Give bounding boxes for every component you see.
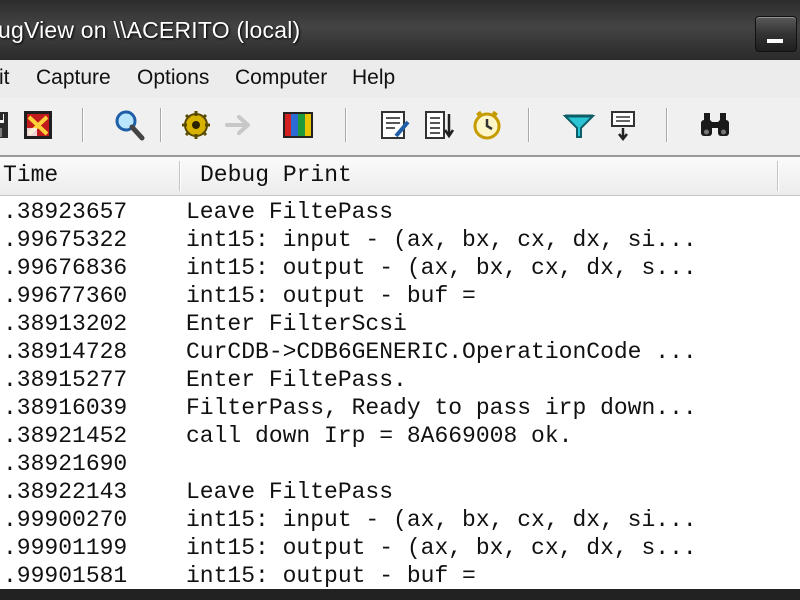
capture-win32-icon [283,112,313,138]
toolbar-separator [666,108,668,142]
filter-funnel-icon [562,114,596,138]
table-row[interactable]: .99676836 int15: output - (ax, bx, cx, d… [0,253,800,281]
table-row[interactable]: .38915277 Enter FiltePass. [0,365,800,393]
title-bar: ugView on \\ACERITO (local) [0,0,800,60]
window-title: ugView on \\ACERITO (local) [0,17,301,43]
list-header: Time Debug Print [0,157,800,196]
table-row[interactable]: .99901199 int15: output - (ax, bx, cx, d… [0,533,800,561]
time-cell: .38914728 [3,339,128,365]
window-bottom-edge [0,589,800,600]
time-cell: .99901581 [3,563,128,589]
clear-display-icon [24,111,52,139]
menu-edit[interactable]: it [0,66,10,90]
debug-print-cell: Enter FilterScsi [186,311,407,337]
debug-print-cell: CurCDB->CDB6GENERIC.OperationCode ... [186,339,697,365]
table-row[interactable]: .99901581 int15: output - buf = [0,561,800,589]
toolbar [0,98,800,157]
column-header-time[interactable]: Time [3,162,58,188]
menu-computer[interactable]: Computer [235,66,327,90]
table-row[interactable]: .38921452 call down Irp = 8A669008 ok. [0,421,800,449]
toolbar-separator [160,108,162,142]
toolbar-separator [345,108,347,142]
minimize-icon [767,39,783,43]
save-button[interactable] [0,108,12,142]
debug-print-cell: int15: output - (ax, bx, cx, dx, s... [186,535,697,561]
find-icon [115,110,145,141]
table-row[interactable]: .99677360 int15: output - buf = [0,281,800,309]
menu-options[interactable]: Options [137,66,209,90]
time-cell: .38915277 [3,367,128,393]
debug-print-cell: int15: output - (ax, bx, cx, dx, s... [186,255,697,281]
find-binoculars-button[interactable] [698,108,732,142]
save-icon [0,112,8,138]
time-cell: .38916039 [3,395,128,421]
clock-time-button[interactable] [470,108,504,142]
debug-print-cell: Leave FiltePass [186,199,394,225]
capture-gear-icon [182,111,210,139]
minimize-button[interactable] [755,16,797,52]
table-row[interactable]: .38922143 Leave FiltePass [0,477,800,505]
time-cell: .99676836 [3,255,128,281]
edit-filter-button[interactable] [378,108,412,142]
time-cell: .38923657 [3,199,128,225]
clock-time-icon [473,110,501,140]
table-row[interactable]: .99900270 int15: input - (ax, bx, cx, dx… [0,505,800,533]
time-cell: .99900270 [3,507,128,533]
menu-help[interactable]: Help [352,66,395,90]
time-cell: .38913202 [3,311,128,337]
time-cell: .38922143 [3,479,128,505]
column-divider[interactable] [777,161,779,191]
time-cell: .99901199 [3,535,128,561]
highlight-button[interactable] [606,108,640,142]
scroll-down-button[interactable] [422,108,456,142]
debug-print-cell: Leave FiltePass [186,479,394,505]
table-row[interactable]: .38914728 CurCDB->CDB6GENERIC.OperationC… [0,337,800,365]
debug-print-cell: Enter FiltePass. [186,367,407,393]
edit-filter-icon [381,111,410,139]
time-cell: .99677360 [3,283,128,309]
find-button[interactable] [112,108,146,142]
scroll-down-icon [425,111,455,139]
time-cell: .38921452 [3,423,128,449]
toolbar-separator [528,108,530,142]
table-row[interactable]: .38916039 FilterPass, Ready to pass irp … [0,393,800,421]
menu-bar: it Capture Options Computer Help [0,60,800,99]
debug-print-cell: int15: output - buf = [186,283,476,309]
column-divider[interactable] [179,161,181,191]
autoscroll-button[interactable] [222,108,256,142]
table-row[interactable]: .38921690 [0,449,800,477]
highlight-icon [611,111,635,142]
table-row[interactable]: .38923657 Leave FiltePass [0,197,800,225]
debug-print-cell: int15: input - (ax, bx, cx, dx, si... [186,227,697,253]
debug-print-cell: int15: input - (ax, bx, cx, dx, si... [186,507,697,533]
toolbar-separator [82,108,84,142]
capture-win32-button[interactable] [281,108,315,142]
table-row[interactable]: .38913202 Enter FilterScsi [0,309,800,337]
capture-button[interactable] [179,108,213,142]
debug-print-cell: int15: output - buf = [186,563,476,589]
debug-print-cell: call down Irp = 8A669008 ok. [186,423,573,449]
filter-button[interactable] [562,108,596,142]
autoscroll-arrow-icon [225,115,250,135]
binoculars-icon [701,113,729,136]
debug-output-list[interactable]: .38923657 Leave FiltePass .99675322 int1… [0,197,800,589]
debug-print-cell: FilterPass, Ready to pass irp down... [186,395,697,421]
time-cell: .99675322 [3,227,128,253]
time-cell: .38921690 [3,451,128,477]
clear-display-button[interactable] [21,108,55,142]
menu-capture[interactable]: Capture [36,66,111,90]
table-row[interactable]: .99675322 int15: input - (ax, bx, cx, dx… [0,225,800,253]
column-header-debug-print[interactable]: Debug Print [200,162,352,188]
